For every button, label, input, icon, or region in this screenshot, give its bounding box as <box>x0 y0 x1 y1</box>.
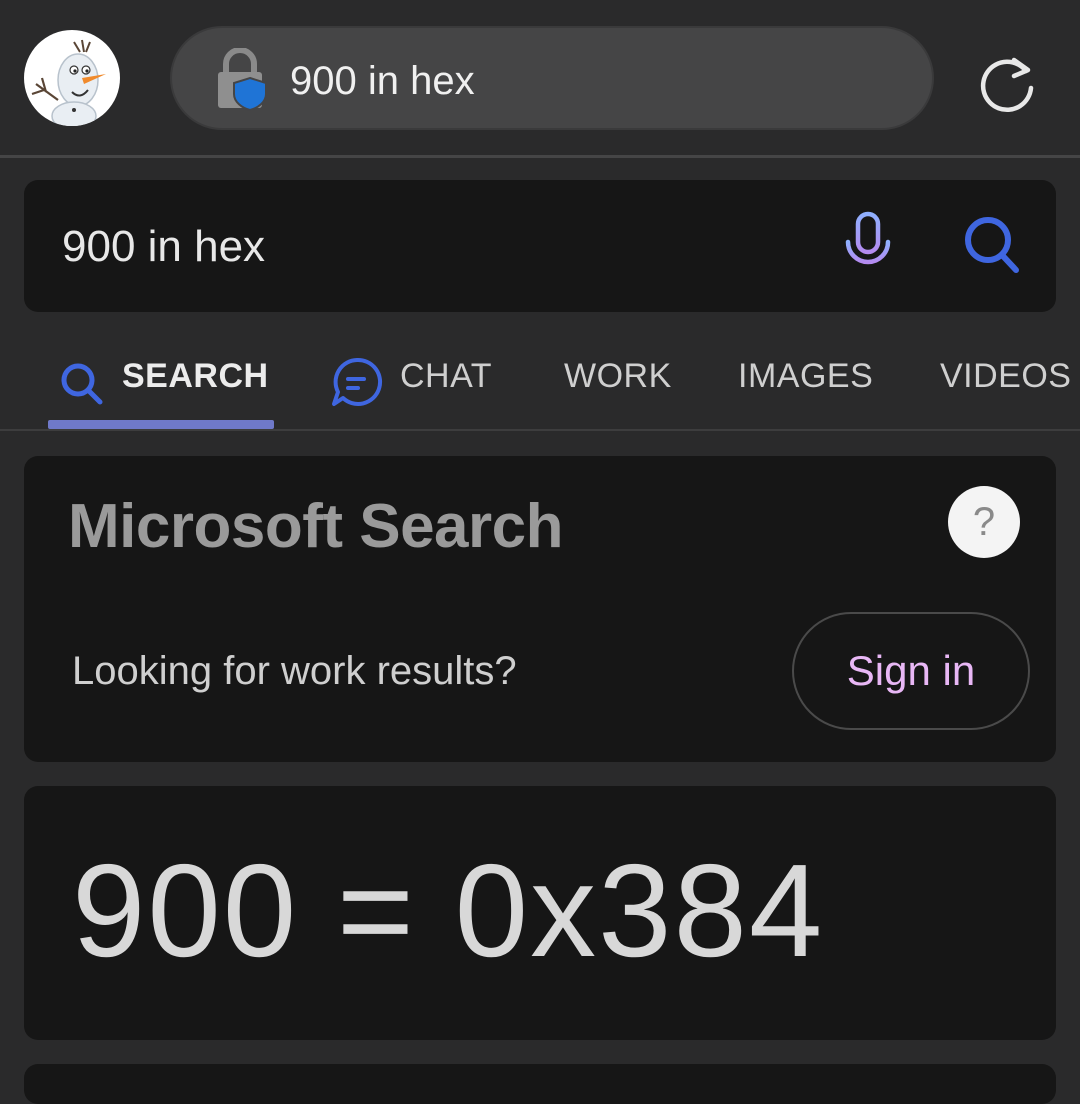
help-button[interactable]: ? <box>948 486 1020 558</box>
tab-images[interactable]: IMAGES <box>738 356 873 396</box>
top-divider <box>0 155 1080 158</box>
chat-icon <box>332 357 383 406</box>
search-input[interactable]: 900 in hex <box>62 222 265 272</box>
profile-avatar[interactable] <box>24 30 120 126</box>
search-tabs: SEARCH CHAT WORK IMAGES VIDEOS <box>0 340 1080 430</box>
microsoft-search-title: Microsoft Search <box>68 492 564 561</box>
conversion-result-card: 900 = 0x384 <box>24 786 1056 1040</box>
next-result-card <box>24 1064 1056 1104</box>
refresh-icon[interactable] <box>976 54 1038 116</box>
search-icon[interactable] <box>952 210 1044 282</box>
sign-in-button[interactable]: Sign in <box>792 612 1030 730</box>
active-tab-indicator <box>48 420 274 429</box>
microphone-icon[interactable] <box>832 210 904 282</box>
search-icon <box>61 363 103 405</box>
tab-work[interactable]: WORK <box>564 356 672 396</box>
address-text: 900 in hex <box>290 59 475 103</box>
tab-search[interactable]: SEARCH <box>122 356 269 396</box>
lock-shield-icon <box>218 48 267 112</box>
tab-chat[interactable]: CHAT <box>400 356 492 396</box>
search-box[interactable]: 900 in hex <box>24 180 1056 312</box>
work-results-prompt: Looking for work results? <box>72 649 517 693</box>
conversion-result: 900 = 0x384 <box>72 837 825 984</box>
tabs-divider <box>0 429 1080 431</box>
olaf-avatar-icon <box>31 39 106 126</box>
browser-top-bar: 900 in hex <box>0 0 1080 156</box>
microsoft-search-card: Microsoft Search ? Looking for work resu… <box>24 456 1056 762</box>
address-bar[interactable]: 900 in hex <box>170 26 934 130</box>
tab-videos[interactable]: VIDEOS <box>940 356 1071 396</box>
